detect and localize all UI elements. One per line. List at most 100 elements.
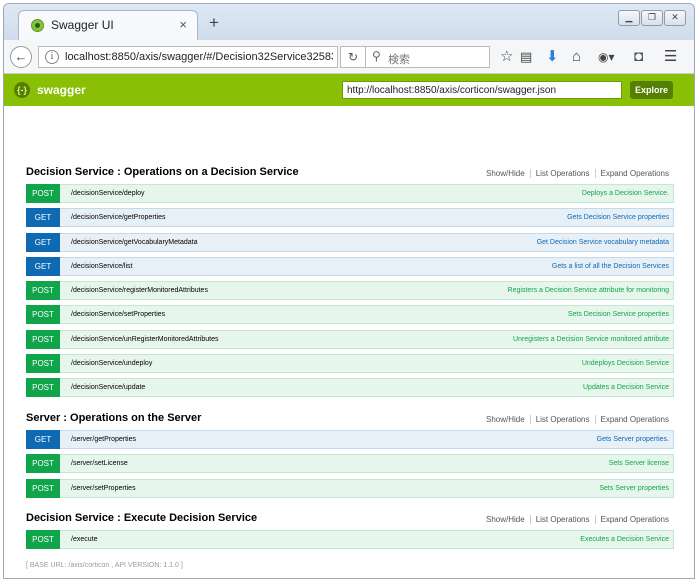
- swagger-content: Decision Service : Operations on a Decis…: [4, 106, 694, 578]
- operation-summary[interactable]: Sets Decision Service properties: [568, 311, 669, 318]
- operation-path[interactable]: /decisionService/list: [71, 263, 132, 270]
- reload-icon[interactable]: ↻: [340, 46, 366, 68]
- operation-path[interactable]: /decisionService/unRegisterMonitoredAttr…: [71, 336, 218, 343]
- operation-summary[interactable]: Gets Decision Service properties: [567, 214, 669, 221]
- operation-path[interactable]: /decisionService/update: [71, 384, 145, 391]
- operation-path[interactable]: /server/setProperties: [71, 485, 136, 492]
- operation-path[interactable]: /decisionService/setProperties: [71, 311, 165, 318]
- operation-path[interactable]: /execute: [71, 536, 97, 543]
- operation-path[interactable]: /decisionService/registerMonitoredAttrib…: [71, 287, 208, 294]
- operation-row[interactable]: POST/server/setProperties Sets Server pro…: [26, 478, 674, 498]
- operation-row[interactable]: POST/decisionService/unRegisterMonitored…: [26, 329, 674, 349]
- navigation-bar: ← i localhost:8850/axis/swagger/#/Decisi…: [4, 40, 694, 74]
- list-operations-link[interactable]: List Operations: [529, 169, 595, 178]
- operation-summary[interactable]: Executes a Decision Service: [580, 536, 669, 543]
- operation-summary[interactable]: Sets Server properties: [599, 485, 669, 492]
- operation-summary[interactable]: Gets Server properties.: [597, 436, 669, 443]
- method-badge[interactable]: POST: [26, 184, 60, 203]
- operation-summary[interactable]: Registers a Decision Service attribute f…: [508, 287, 669, 294]
- expand-operations-link[interactable]: Expand Operations: [594, 169, 674, 178]
- swagger-brand[interactable]: swagger: [37, 83, 86, 97]
- operation-row[interactable]: POST/execute Executes a Decision Service: [26, 530, 674, 549]
- search-input[interactable]: ⚲ 検索: [366, 46, 490, 68]
- operation-path[interactable]: /decisionService/getVocabularyMetadata: [71, 239, 197, 246]
- operation-summary[interactable]: Undeploys Decision Service: [582, 360, 669, 367]
- new-tab-icon[interactable]: +: [209, 14, 219, 31]
- operation-row[interactable]: POST/decisionService/undeploy Undeploys D…: [26, 354, 674, 374]
- swagger-favicon-icon: [31, 19, 44, 32]
- method-badge[interactable]: GET: [26, 430, 60, 449]
- tab-bar: Swagger UI × + ▁ ❐ ✕: [4, 4, 694, 40]
- search-icon: ⚲: [372, 49, 381, 63]
- back-arrow-icon[interactable]: ←: [10, 46, 32, 68]
- search-placeholder: 検索: [388, 54, 410, 66]
- method-badge[interactable]: POST: [26, 305, 60, 325]
- operation-summary[interactable]: Gets a list of all the Decision Services: [552, 263, 669, 270]
- operation-row[interactable]: POST/decisionService/setProperties Sets D…: [26, 305, 674, 325]
- operation-summary[interactable]: Unregisters a Decision Service monitored…: [513, 336, 669, 343]
- api-footer: [ BASE URL: /axis/corticon , API VERSION…: [26, 562, 183, 569]
- list-operations-link[interactable]: List Operations: [529, 415, 595, 424]
- close-window-icon[interactable]: ✕: [664, 10, 686, 26]
- method-badge[interactable]: POST: [26, 354, 60, 374]
- section-title[interactable]: Server : Operations on the Server: [26, 412, 201, 424]
- expand-operations-link[interactable]: Expand Operations: [594, 515, 674, 524]
- method-badge[interactable]: POST: [26, 281, 60, 301]
- address-url[interactable]: localhost:8850/axis/swagger/#/Decision32…: [65, 51, 333, 63]
- method-badge[interactable]: POST: [26, 478, 60, 498]
- method-badge[interactable]: GET: [26, 208, 60, 228]
- operation-path[interactable]: /server/getProperties: [71, 436, 136, 443]
- operation-summary[interactable]: Updates a Decision Service: [583, 384, 669, 391]
- addon-icon[interactable]: ◉▾: [598, 48, 615, 66]
- operation-row[interactable]: POST/decisionService/registerMonitoredAt…: [26, 281, 674, 301]
- show-hide-link[interactable]: Show/Hide: [481, 515, 530, 524]
- operation-summary[interactable]: Sets Server license: [609, 460, 669, 467]
- hamburger-menu-icon[interactable]: ☰: [664, 48, 677, 66]
- section-links: Show/Hide List Operations Expand Operation…: [481, 415, 674, 424]
- method-badge[interactable]: GET: [26, 256, 60, 276]
- section-header: Server : Operations on the Server Show/H…: [26, 408, 674, 430]
- operation-summary[interactable]: Deploys a Decision Service.: [582, 190, 669, 197]
- star-icon[interactable]: ☆: [500, 48, 513, 66]
- operation-row[interactable]: POST/decisionService/deploy Deploys a Dec…: [26, 184, 674, 203]
- method-badge[interactable]: POST: [26, 378, 60, 398]
- reading-list-icon[interactable]: ▤: [520, 48, 532, 66]
- browser-tab[interactable]: Swagger UI ×: [18, 10, 198, 40]
- operation-path[interactable]: /decisionService/getProperties: [71, 214, 166, 221]
- show-hide-link[interactable]: Show/Hide: [481, 415, 530, 424]
- section-links: Show/Hide List Operations Expand Operation…: [481, 169, 674, 178]
- home-icon[interactable]: ⌂: [572, 48, 581, 66]
- operation-path[interactable]: /server/setLicense: [71, 460, 128, 467]
- operation-row[interactable]: POST/server/setLicense Sets Server licens…: [26, 454, 674, 474]
- operation-row[interactable]: GET/decisionService/list Gets a list of a…: [26, 256, 674, 276]
- operation-row[interactable]: GET/decisionService/getVocabularyMetadat…: [26, 232, 674, 252]
- section-execute-decision-service: Decision Service : Execute Decision Serv…: [26, 508, 674, 554]
- info-icon[interactable]: i: [45, 50, 59, 64]
- spec-url-input[interactable]: http://localhost:8850/axis/corticon/swag…: [342, 81, 622, 99]
- method-badge[interactable]: GET: [26, 232, 60, 252]
- minimize-icon[interactable]: ▁: [618, 10, 640, 26]
- operation-path[interactable]: /decisionService/undeploy: [71, 360, 152, 367]
- tab-title: Swagger UI: [51, 18, 114, 32]
- list-operations-link[interactable]: List Operations: [529, 515, 595, 524]
- pocket-icon[interactable]: ◘: [634, 48, 643, 66]
- operation-row[interactable]: GET/decisionService/getProperties Gets De…: [26, 208, 674, 228]
- operation-path[interactable]: /decisionService/deploy: [71, 190, 145, 197]
- expand-operations-link[interactable]: Expand Operations: [594, 415, 674, 424]
- operation-summary[interactable]: Get Decision Service vocabulary metadata: [537, 239, 669, 246]
- operation-row[interactable]: GET/server/getProperties Gets Server prop…: [26, 430, 674, 449]
- download-icon[interactable]: ⬇: [546, 48, 559, 66]
- explore-button[interactable]: Explore: [630, 81, 673, 99]
- section-decision-service-operations: Decision Service : Operations on a Decis…: [26, 162, 674, 403]
- restore-icon[interactable]: ❐: [641, 10, 663, 26]
- show-hide-link[interactable]: Show/Hide: [481, 169, 530, 178]
- method-badge[interactable]: POST: [26, 454, 60, 474]
- method-badge[interactable]: POST: [26, 329, 60, 349]
- section-title[interactable]: Decision Service : Operations on a Decis…: [26, 166, 299, 178]
- operation-row[interactable]: POST/decisionService/update Updates a Dec…: [26, 378, 674, 398]
- address-bar[interactable]: i localhost:8850/axis/swagger/#/Decision…: [38, 46, 338, 68]
- swagger-header: {-} swagger http://localhost:8850/axis/c…: [4, 74, 694, 106]
- method-badge[interactable]: POST: [26, 530, 60, 549]
- tab-close-icon[interactable]: ×: [179, 17, 187, 32]
- section-title[interactable]: Decision Service : Execute Decision Serv…: [26, 512, 257, 524]
